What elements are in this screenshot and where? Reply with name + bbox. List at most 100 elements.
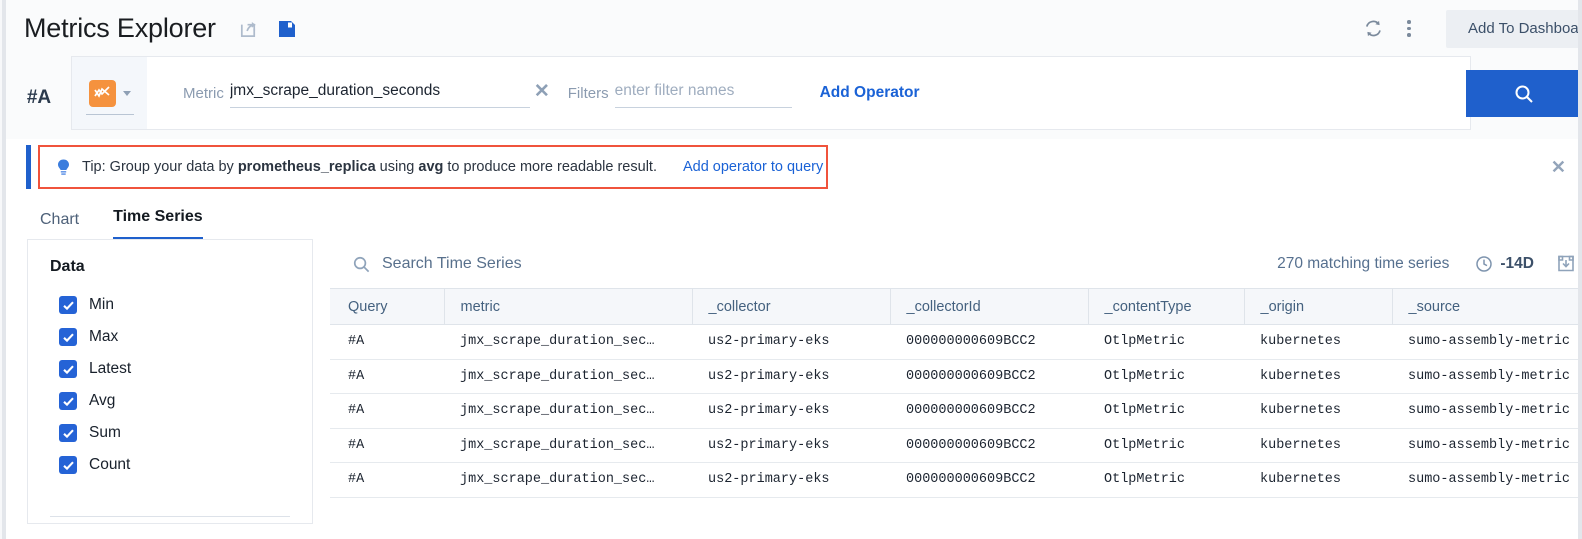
add-operator-to-query-link[interactable]: Add operator to query [683,159,823,175]
download-icon[interactable] [1556,254,1576,274]
data-panel-divider [50,516,290,517]
data-checkbox-min[interactable]: Min [50,289,312,321]
data-checkbox-label: Avg [89,392,116,409]
page-header: Metrics Explorer Add To Dashboard [6,0,1582,57]
table-row[interactable]: #A jmx_scrape_duration_sec… us2-primary-… [330,428,1582,463]
filters-field-group: Filters [568,78,792,108]
share-export-icon[interactable] [238,18,259,39]
cell-query: #A [330,428,444,463]
cell-query: #A [330,324,444,360]
cell-collectorid: 000000000609BCC2 [890,462,1088,498]
data-checkbox-max[interactable]: Max [50,321,312,353]
column-header-origin[interactable]: _origin [1244,288,1393,325]
cell-contenttype: OtlpMetric [1088,359,1244,394]
checkbox-checked-icon [59,360,77,378]
cell-collectorid: 000000000609BCC2 [890,359,1088,394]
cell-origin: kubernetes [1244,393,1392,429]
table-row[interactable]: #A jmx_scrape_duration_sec… us2-primary-… [330,324,1582,360]
data-checkbox-sum[interactable]: Sum [50,417,312,449]
tip-bold-op: avg [418,159,444,175]
add-operator-button[interactable]: Add Operator [820,84,920,102]
lightbulb-icon [56,158,71,177]
checkbox-checked-icon [59,424,77,442]
data-checkbox-label: Count [89,456,131,473]
cell-origin: kubernetes [1244,359,1392,394]
checkbox-checked-icon [59,296,77,314]
column-header-contenttype[interactable]: _contentType [1088,288,1245,325]
save-disk-icon[interactable] [277,19,297,39]
table-row[interactable]: #A jmx_scrape_duration_sec… us2-primary-… [330,462,1582,498]
cell-query: #A [330,393,444,429]
checkbox-checked-icon [59,328,77,346]
line-chart-icon [88,79,116,107]
search-icon [1515,85,1533,103]
header-actions: Add To Dashboard [1356,0,1582,57]
metric-field-group: Metric ✕ [183,78,558,108]
cell-source: sumo-assembly-metric [1392,393,1582,429]
cell-collector: us2-primary-eks [692,393,890,429]
time-series-panel: 270 matching time series -14D [330,240,1582,523]
filters-input[interactable] [614,78,792,108]
chevron-down-icon [122,90,131,96]
filters-label: Filters [567,84,609,102]
data-checkbox-label: Min [89,296,114,313]
cell-source: sumo-assembly-metric [1392,462,1582,498]
data-checkbox-count[interactable]: Count [50,449,312,481]
clear-x-icon[interactable]: ✕ [534,82,550,104]
data-checkbox-label: Sum [89,424,121,441]
metric-label: Metric [183,84,224,102]
cell-metric: jmx_scrape_duration_sec… [444,359,692,394]
query-row: #A Metric ✕ Filters [6,57,1582,139]
cell-contenttype: OtlpMetric [1088,462,1244,498]
table-header: Query metric _collector _collectorId _co… [330,288,1582,325]
data-checkbox-label: Latest [89,360,132,377]
type-picker-underline [86,114,134,115]
time-range-picker[interactable]: -14D [1475,255,1534,273]
page-vertical-scrollbar[interactable] [1578,0,1582,539]
time-range-label: -14D [1500,255,1534,272]
tip-suffix: to produce more readable result. [443,159,657,175]
time-series-table: Query metric _collector _collectorId _co… [330,288,1582,498]
column-header-collectorid[interactable]: _collectorId [890,288,1089,325]
cell-metric: jmx_scrape_duration_sec… [444,428,692,463]
metric-input[interactable] [229,78,530,108]
cell-origin: kubernetes [1244,428,1392,463]
tab-chart[interactable]: Chart [40,211,79,240]
cell-collector: us2-primary-eks [692,359,890,394]
kebab-menu-icon[interactable] [1394,12,1424,46]
run-search-button[interactable] [1466,70,1582,117]
cell-collector: us2-primary-eks [692,462,890,498]
tip-accent-bar [26,145,31,189]
column-header-source[interactable]: _source [1392,288,1582,325]
table-body: #A jmx_scrape_duration_sec… us2-primary-… [330,324,1582,498]
cell-collectorid: 000000000609BCC2 [890,393,1088,429]
data-checkbox-label: Max [89,328,119,345]
toolbar-right-group: 270 matching time series -14D [1277,254,1582,274]
cell-source: sumo-assembly-metric [1392,359,1582,394]
view-tabs: Chart Time Series [6,196,1582,240]
data-panel-title: Data [50,258,85,275]
cell-metric: jmx_scrape_duration_sec… [444,324,692,360]
time-series-table-scroll[interactable]: Query metric _collector _collectorId _co… [330,288,1582,523]
column-header-query[interactable]: Query [330,288,445,325]
cell-source: sumo-assembly-metric [1392,324,1582,360]
close-x-icon[interactable]: ✕ [1551,157,1566,178]
query-type-picker[interactable] [72,57,147,129]
cell-collectorid: 000000000609BCC2 [890,324,1088,360]
tab-time-series[interactable]: Time Series [113,208,203,240]
tip-bold-field: prometheus_replica [237,159,376,175]
column-header-collector[interactable]: _collector [692,288,891,325]
cell-contenttype: OtlpMetric [1088,324,1244,360]
table-header-row: Query metric _collector _collectorId _co… [330,288,1582,325]
search-time-series-input[interactable] [382,255,742,273]
tip-middle: using [375,159,419,175]
column-header-metric[interactable]: metric [444,288,693,325]
cell-collectorid: 000000000609BCC2 [890,428,1088,463]
data-checkbox-latest[interactable]: Latest [50,353,312,385]
data-checkbox-avg[interactable]: Avg [50,385,312,417]
table-row[interactable]: #A jmx_scrape_duration_sec… us2-primary-… [330,393,1582,429]
table-row[interactable]: #A jmx_scrape_duration_sec… us2-primary-… [330,359,1582,394]
add-to-dashboard-button[interactable]: Add To Dashboard [1446,9,1582,48]
refresh-icon[interactable] [1356,12,1390,46]
cell-contenttype: OtlpMetric [1088,393,1244,429]
